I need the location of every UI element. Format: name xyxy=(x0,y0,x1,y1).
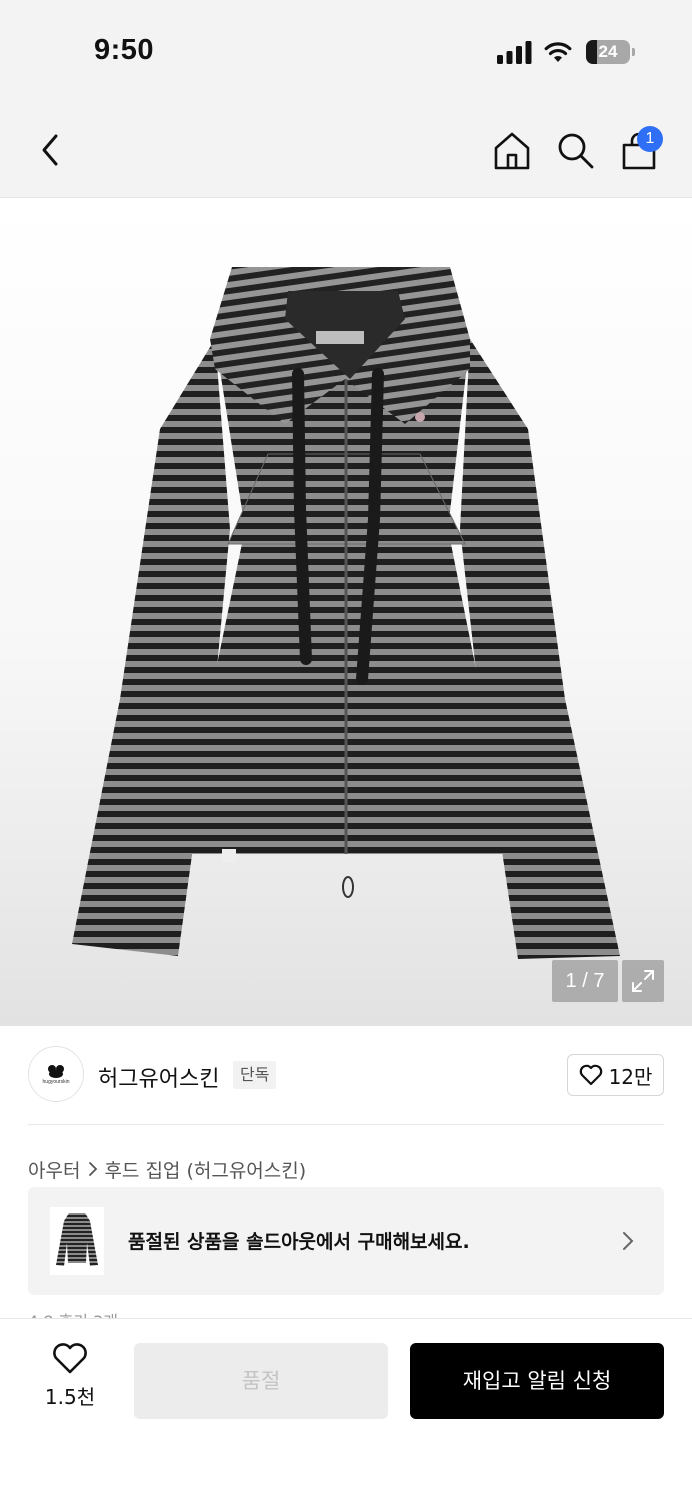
brand-logo[interactable]: hugyourskin xyxy=(28,1046,84,1102)
product-page: 9:50 24 1 1 / 7 hugyourskin 허그유어스킨 단독 12… xyxy=(0,0,692,1500)
soldout-thumbnail xyxy=(50,1207,104,1275)
expand-icon xyxy=(632,970,654,992)
bottom-action-bar: 1.5천 품절 재입고 알림 신청 xyxy=(0,1318,692,1500)
battery-level: 24 xyxy=(598,42,618,61)
restock-alert-button[interactable]: 재입고 알림 신청 xyxy=(410,1343,664,1419)
home-button[interactable] xyxy=(490,128,534,172)
brand-logo-text: hugyourskin xyxy=(42,1078,70,1085)
search-button[interactable] xyxy=(553,128,597,172)
breadcrumb-category[interactable]: 아우터 xyxy=(28,1156,80,1183)
top-navigation xyxy=(0,100,692,198)
home-icon xyxy=(494,132,530,170)
expand-image-button[interactable] xyxy=(622,960,664,1002)
soldout-market-banner[interactable]: 품절된 상품을 솔드아웃에서 구매해보세요. xyxy=(28,1187,664,1295)
wishlist-count: 1.5천 xyxy=(44,1385,96,1409)
search-icon xyxy=(558,133,594,169)
product-image[interactable] xyxy=(0,199,692,1026)
wishlist-button[interactable]: 1.5천 xyxy=(28,1343,112,1419)
cellular-signal-icon xyxy=(497,41,532,64)
soldout-banner-text: 품절된 상품을 솔드아웃에서 구매해보세요. xyxy=(128,1231,470,1253)
breadcrumb-item[interactable]: 후드 집업 (허그유어스킨) xyxy=(104,1156,306,1183)
hoodie-illustration xyxy=(72,267,620,959)
heart-icon xyxy=(579,1064,602,1086)
back-icon xyxy=(42,134,58,166)
breadcrumb: 아우터 후드 집업 (허그유어스킨) xyxy=(28,1155,306,1183)
exclusive-badge: 단독 xyxy=(233,1061,277,1089)
status-bar: 9:50 24 xyxy=(0,0,692,100)
battery-indicator: 24 xyxy=(586,40,636,64)
brand-logo-mark xyxy=(48,1064,64,1078)
status-time: 9:50 xyxy=(94,34,155,66)
cart-count-badge: 1 xyxy=(637,126,663,152)
back-button[interactable] xyxy=(28,128,72,172)
brand-name[interactable]: 허그유어스킨 xyxy=(98,1061,219,1093)
chevron-right-icon xyxy=(88,1161,98,1177)
brand-row: hugyourskin 허그유어스킨 단독 12만 xyxy=(0,1026,692,1126)
chevron-right-icon xyxy=(623,1232,634,1250)
brand-like-button[interactable]: 12만 xyxy=(567,1054,664,1096)
divider xyxy=(28,1124,664,1125)
brand-like-count: 12만 xyxy=(608,1064,653,1089)
image-counter: 1 / 7 xyxy=(552,960,618,1002)
soldout-button[interactable]: 품절 xyxy=(134,1343,388,1419)
heart-icon xyxy=(53,1343,87,1374)
wifi-icon xyxy=(544,42,572,62)
